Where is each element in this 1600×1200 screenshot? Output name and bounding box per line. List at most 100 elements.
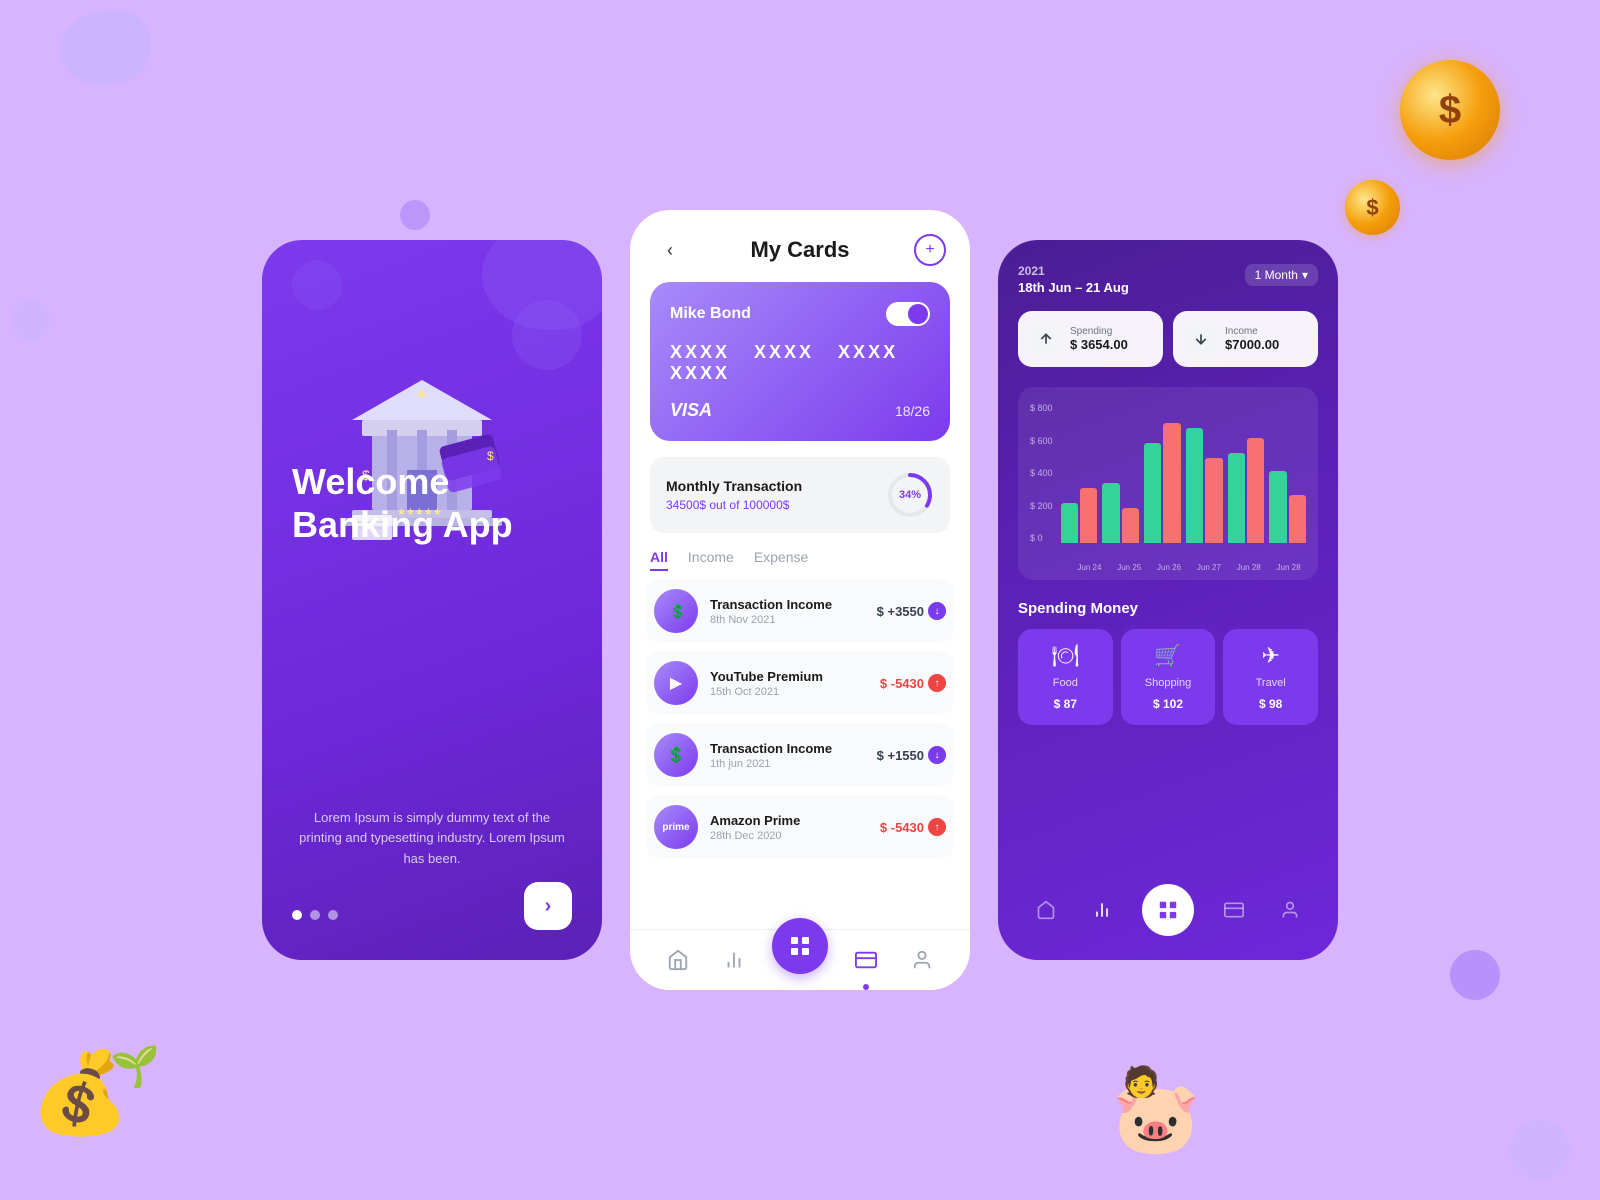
y-label-800: $ 800	[1030, 403, 1053, 413]
tx-name-4: Amazon Prime	[710, 813, 880, 828]
transaction-item[interactable]: ▶ YouTube Premium 15th Oct 2021 $ -5430 …	[646, 651, 954, 715]
chart-nav-profile[interactable]	[1274, 894, 1306, 926]
y-label-400: $ 400	[1030, 468, 1053, 478]
spend-card-food[interactable]: 🍽 Food $ 87	[1018, 629, 1113, 725]
tx-info-2: YouTube Premium 15th Oct 2021	[710, 669, 880, 698]
cards-title: My Cards	[750, 237, 849, 263]
tx-icon-youtube: ▶	[654, 661, 698, 705]
tab-all[interactable]: All	[650, 549, 668, 571]
bar-group-1	[1061, 488, 1098, 543]
back-button[interactable]: ‹	[654, 234, 686, 266]
bar-group-5	[1228, 438, 1265, 543]
bar-chart: $ 0 $ 200 $ 400 $ 600 $ 800	[1018, 387, 1318, 580]
tx-date-1: 8th Nov 2021	[710, 614, 877, 626]
chart-nav-analytics[interactable]	[1086, 894, 1118, 926]
income-label: Income	[1225, 326, 1279, 337]
dot-3	[328, 910, 338, 920]
x-label-3: Jun 26	[1152, 563, 1187, 572]
card-top-row: Mike Bond	[670, 302, 930, 326]
x-label-2: Jun 25	[1112, 563, 1147, 572]
bar-group-3	[1144, 423, 1181, 543]
tx-info-4: Amazon Prime 28th Dec 2020	[710, 813, 880, 842]
spending-icon	[1030, 323, 1062, 355]
income-stat-card: Income $7000.00	[1173, 311, 1318, 367]
card-toggle[interactable]	[886, 302, 930, 326]
tx-arrow-1: ↓	[928, 602, 946, 620]
bar-red-6	[1289, 495, 1306, 543]
tab-income[interactable]: Income	[688, 549, 734, 571]
card-expiry: 18/26	[895, 403, 930, 419]
food-label: Food	[1053, 677, 1078, 689]
tx-arrow-4: ↑	[928, 818, 946, 836]
tx-arrow-3: ↓	[928, 746, 946, 764]
card-number: XXXX XXXX XXXX XXXX	[670, 342, 930, 384]
food-icon: 🍽	[1051, 643, 1079, 669]
spending-amount: $ 3654.00	[1070, 337, 1128, 352]
period-label: 1 Month	[1255, 268, 1298, 282]
bar-red-4	[1205, 458, 1222, 543]
tx-amount-2: $ -5430 ↑	[880, 674, 946, 692]
svg-text:✦: ✦	[415, 387, 428, 404]
nav-chart[interactable]	[716, 942, 752, 978]
tx-date-2: 15th Oct 2021	[710, 686, 880, 698]
monthly-detail: 34500$ out of 100000$	[666, 498, 802, 512]
bar-green-5	[1228, 453, 1245, 543]
spending-stat-card: Spending $ 3654.00	[1018, 311, 1163, 367]
monthly-progress-circle: 34%	[886, 471, 934, 519]
chart-date-range: 2021 18th Jun – 21 Aug	[1018, 264, 1129, 295]
period-selector[interactable]: 1 Month ▾	[1245, 264, 1318, 286]
x-label-6: Jun 28	[1271, 563, 1306, 572]
toggle-thumb	[908, 304, 928, 324]
bottom-navigation	[630, 929, 970, 990]
next-button[interactable]: ›	[524, 882, 572, 930]
bar-red-1	[1080, 488, 1097, 543]
coin-decoration-small: $	[1345, 180, 1400, 235]
nav-home[interactable]	[660, 942, 696, 978]
credit-card: Mike Bond XXXX XXXX XXXX XXXX VISA 18/26	[650, 282, 950, 441]
x-label-5: Jun 28	[1231, 563, 1266, 572]
fab-button[interactable]	[772, 918, 828, 974]
tx-icon-income-1: 💲	[654, 589, 698, 633]
tab-expense[interactable]: Expense	[754, 549, 808, 571]
spend-card-shopping[interactable]: 🛒 Shopping $ 102	[1121, 629, 1216, 725]
tx-info-1: Transaction Income 8th Nov 2021	[710, 597, 877, 626]
chart-nav-home[interactable]	[1030, 894, 1062, 926]
tx-date-4: 28th Dec 2020	[710, 830, 880, 842]
bar-green-3	[1144, 443, 1161, 543]
y-label-600: $ 600	[1030, 436, 1053, 446]
period-dropdown-icon: ▾	[1302, 268, 1308, 282]
stats-row: Spending $ 3654.00 Income $7000.00	[1018, 311, 1318, 367]
spending-info: Spending $ 3654.00	[1070, 326, 1128, 352]
tx-amount-4: $ -5430 ↑	[880, 818, 946, 836]
tx-arrow-2: ↑	[928, 674, 946, 692]
tx-icon-prime: prime	[654, 805, 698, 849]
spend-card-travel[interactable]: ✈ Travel $ 98	[1223, 629, 1318, 725]
transaction-item[interactable]: 💲 Transaction Income 8th Nov 2021 $ +355…	[646, 579, 954, 643]
spending-label: Spending	[1070, 326, 1128, 337]
chart-nav-wallet[interactable]	[1218, 894, 1250, 926]
transaction-item[interactable]: prime Amazon Prime 28th Dec 2020 $ -5430…	[646, 795, 954, 859]
chart-panel: 2021 18th Jun – 21 Aug 1 Month ▾ Spendin…	[998, 240, 1338, 960]
card-bottom-row: VISA 18/26	[670, 400, 930, 421]
svg-text:💲: 💲	[669, 603, 686, 620]
x-label-4: Jun 27	[1191, 563, 1226, 572]
bar-red-2	[1122, 508, 1139, 543]
chart-fab-button[interactable]	[1142, 884, 1194, 936]
income-info: Income $7000.00	[1225, 326, 1279, 352]
nav-wallet[interactable]	[848, 942, 884, 978]
tx-date-3: 1th jun 2021	[710, 758, 877, 770]
monthly-transaction-section: Monthly Transaction 34500$ out of 100000…	[650, 457, 950, 533]
add-card-button[interactable]: +	[914, 234, 946, 266]
tx-name-3: Transaction Income	[710, 741, 877, 756]
welcome-title: Welcome Banking App	[292, 460, 572, 546]
bar-red-3	[1163, 423, 1180, 543]
nav-profile[interactable]	[904, 942, 940, 978]
y-label-200: $ 200	[1030, 501, 1053, 511]
money-tree-decoration: 🌱	[110, 1043, 160, 1090]
transaction-item[interactable]: 💲 Transaction Income 1th jun 2021 $ +155…	[646, 723, 954, 787]
tx-info-3: Transaction Income 1th jun 2021	[710, 741, 877, 770]
tx-name-2: YouTube Premium	[710, 669, 880, 684]
tx-amount-1: $ +3550 ↓	[877, 602, 946, 620]
tx-amount-3: $ +1550 ↓	[877, 746, 946, 764]
shopping-icon: 🛒	[1154, 643, 1181, 669]
